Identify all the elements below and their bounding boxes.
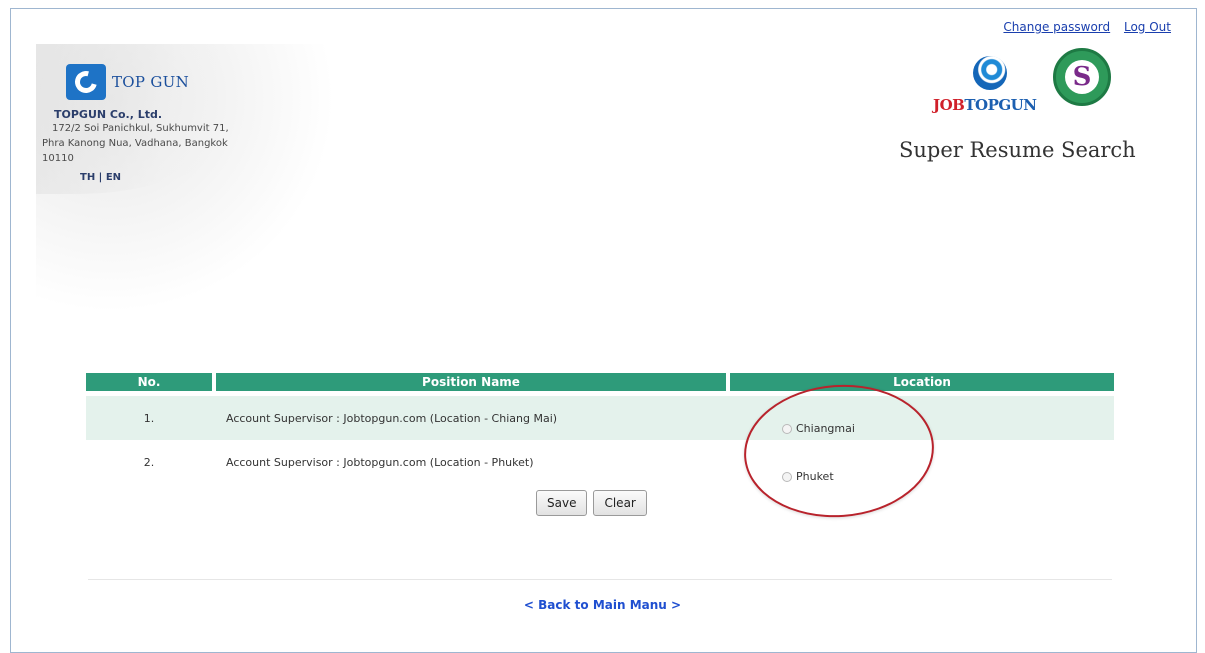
topgun-logo-icon: [66, 64, 106, 100]
row-no: 2.: [143, 455, 155, 469]
lang-separator: |: [95, 172, 106, 183]
back-to-main-menu-link[interactable]: < Back to Main Manu >: [0, 598, 1205, 612]
header-position-name: Position Name: [216, 373, 726, 391]
jobtopgun-swirl-icon: [973, 56, 1007, 90]
table-row: 1. Account Supervisor : Jobtopgun.com (L…: [86, 396, 1114, 440]
form-buttons: Save Clear: [536, 490, 647, 516]
jobtopgun-logo: JOBTOPGUN: [933, 96, 1037, 114]
page-title: Super Resume Search: [899, 138, 1136, 162]
lang-en-link[interactable]: EN: [106, 172, 121, 183]
clear-button[interactable]: Clear: [593, 490, 647, 516]
jobtopgun-logo-topgun: TOPGUN: [964, 96, 1037, 114]
save-button[interactable]: Save: [536, 490, 588, 516]
header-no: No.: [86, 373, 212, 391]
super-badge-letter: S: [1065, 60, 1099, 94]
top-links: Change password Log Out: [993, 20, 1171, 34]
change-password-link[interactable]: Change password: [1003, 20, 1110, 34]
header-location: Location: [730, 373, 1114, 391]
row-no: 1.: [143, 411, 155, 425]
footer-divider: [88, 579, 1112, 580]
logout-link[interactable]: Log Out: [1124, 20, 1171, 34]
lang-th-link[interactable]: TH: [80, 172, 95, 183]
super-resume-badge-icon: S: [1053, 48, 1111, 106]
topgun-logo-text: TOP GUN: [112, 73, 190, 91]
address-line-1: 172/2 Soi Panichkul, Sukhumvit 71,: [52, 123, 229, 134]
positions-table: No. Position Name Location 1. Account Su…: [86, 373, 1114, 484]
company-address: 172/2 Soi Panichkul, Sukhumvit 71, Phra …: [42, 121, 229, 166]
row-position: Account Supervisor : Jobtopgun.com (Loca…: [226, 455, 534, 469]
address-line-2: Phra Kanong Nua, Vadhana, Bangkok: [42, 138, 228, 149]
address-line-3: 10110: [42, 153, 74, 164]
company-info: TOP GUN TOPGUN Co., Ltd. 172/2 Soi Panic…: [40, 64, 229, 183]
table-header: No. Position Name Location: [86, 373, 1114, 391]
jobtopgun-logo-job: JOB: [933, 96, 965, 114]
topgun-logo: TOP GUN: [66, 64, 229, 100]
company-name: TOPGUN Co., Ltd.: [54, 108, 163, 121]
brand-block: JOBTOPGUN S Super Resume Search: [899, 48, 1139, 176]
table-row: 2. Account Supervisor : Jobtopgun.com (L…: [86, 440, 1114, 484]
language-switcher: TH | EN: [80, 172, 229, 183]
row-position: Account Supervisor : Jobtopgun.com (Loca…: [226, 411, 558, 425]
